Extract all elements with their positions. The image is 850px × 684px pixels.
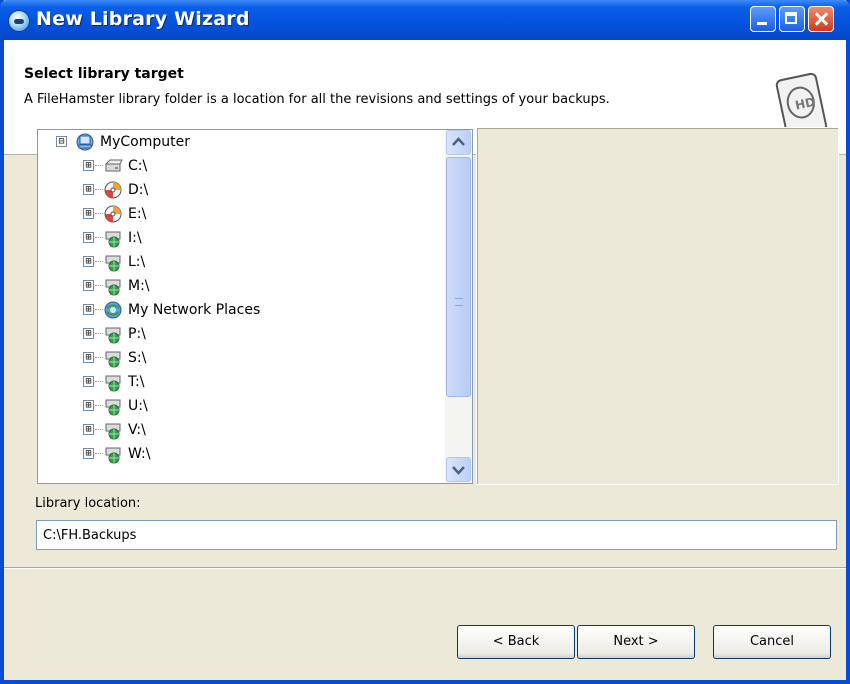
collapse-expander[interactable]: ⊟ [56, 136, 67, 147]
folder-tree[interactable]: ⊟ MyComputer ⊞ C:\ ⊞ D:\ ⊞ E:\ ⊞ I:\ ⊞ L:\ ⊞ M:\ ⊞ My… [37, 129, 473, 484]
tree-connector [95, 405, 103, 406]
network-drive-icon [105, 423, 121, 440]
tree-connector [95, 213, 103, 214]
network-places-icon [104, 301, 122, 319]
tree-item-label: My Network Places [128, 302, 261, 318]
page-description: A FileHamster library folder is a locati… [24, 92, 610, 107]
tree-item[interactable]: ⊞ C:\ [38, 154, 443, 178]
app-icon [8, 10, 30, 32]
tree-connector [95, 357, 103, 358]
network-drive-icon [105, 351, 121, 368]
tree-item-label: S:\ [128, 350, 147, 366]
chevron-down-icon [452, 466, 465, 475]
tree-item[interactable]: ⊞ W:\ [38, 442, 443, 466]
title-bar[interactable]: New Library Wizard [0, 0, 850, 40]
expand-expander[interactable]: ⊞ [83, 160, 94, 171]
tree-item-label: W:\ [128, 446, 151, 462]
tree-connector [95, 309, 103, 310]
expand-expander[interactable]: ⊞ [83, 424, 94, 435]
network-drive-icon [105, 399, 121, 416]
tree-item[interactable]: ⊞ My Network Places [38, 298, 443, 322]
cd-drive-icon [104, 205, 122, 223]
tree-connector [95, 333, 103, 334]
scroll-up-button[interactable] [446, 130, 471, 155]
tree-connector [95, 237, 103, 238]
tree-root-label: MyComputer [100, 134, 190, 150]
tree-root-item[interactable]: ⊟ MyComputer [38, 130, 443, 154]
maximize-button[interactable] [779, 6, 805, 32]
cancel-button[interactable]: Cancel [713, 625, 831, 659]
expand-expander[interactable]: ⊞ [83, 400, 94, 411]
expand-expander[interactable]: ⊞ [83, 304, 94, 315]
tree-connector [95, 429, 103, 430]
expand-expander[interactable]: ⊞ [83, 232, 94, 243]
tree-connector [95, 381, 103, 382]
wizard-window: New Library Wizard Select library target… [0, 0, 850, 684]
hard-drive-icon [104, 159, 123, 172]
library-location-label: Library location: [35, 496, 141, 511]
library-location-input[interactable] [36, 520, 837, 550]
tree-connector [95, 261, 103, 262]
page-title: Select library target [24, 66, 184, 82]
chevron-up-icon [452, 137, 465, 146]
network-drive-icon [105, 255, 121, 272]
close-button[interactable] [808, 6, 834, 32]
network-drive-icon [105, 375, 121, 392]
tree-item[interactable]: ⊞ M:\ [38, 274, 443, 298]
expand-expander[interactable]: ⊞ [83, 280, 94, 291]
computer-icon [76, 133, 94, 151]
minimize-button[interactable] [750, 6, 776, 32]
expand-expander[interactable]: ⊞ [83, 376, 94, 387]
preview-panel [476, 127, 839, 485]
scroll-thumb[interactable] [446, 157, 471, 397]
tree-item[interactable]: ⊞ U:\ [38, 394, 443, 418]
tree-item-label: L:\ [128, 254, 146, 270]
tree-scrollbar[interactable] [445, 130, 472, 483]
network-drive-icon [105, 447, 121, 464]
tree-item-label: P:\ [128, 326, 146, 342]
expand-expander[interactable]: ⊞ [83, 184, 94, 195]
expand-expander[interactable]: ⊞ [83, 256, 94, 267]
tree-connector [95, 165, 103, 166]
tree-item[interactable]: ⊞ T:\ [38, 370, 443, 394]
tree-item[interactable]: ⊞ D:\ [38, 178, 443, 202]
window-title: New Library Wizard [36, 8, 250, 30]
tree-item-label: C:\ [128, 158, 148, 174]
expand-expander[interactable]: ⊞ [83, 352, 94, 363]
tree-item[interactable]: ⊞ E:\ [38, 202, 443, 226]
tree-item-label: D:\ [128, 182, 149, 198]
divider [4, 567, 846, 569]
next-button[interactable]: Next > [577, 625, 695, 659]
tree-item[interactable]: ⊞ L:\ [38, 250, 443, 274]
tree-item-label: T:\ [128, 374, 145, 390]
tree-connector [95, 453, 103, 454]
network-drive-icon [105, 279, 121, 296]
tree-connector [95, 285, 103, 286]
tree-connector [95, 189, 103, 190]
tree-item-label: V:\ [128, 422, 146, 438]
expand-expander[interactable]: ⊞ [83, 208, 94, 219]
grip-icon [455, 298, 463, 306]
tree-item-label: U:\ [128, 398, 148, 414]
cd-drive-icon [104, 181, 122, 199]
tree-item[interactable]: ⊞ I:\ [38, 226, 443, 250]
tree-item-label: M:\ [128, 278, 150, 294]
tree-item-label: I:\ [128, 230, 142, 246]
tree-item-label: E:\ [128, 206, 147, 222]
expand-expander[interactable]: ⊞ [83, 328, 94, 339]
tree-item[interactable]: ⊞ S:\ [38, 346, 443, 370]
back-button[interactable]: < Back [457, 625, 575, 659]
network-drive-icon [105, 231, 121, 248]
expand-expander[interactable]: ⊞ [83, 448, 94, 459]
tree-item[interactable]: ⊞ P:\ [38, 322, 443, 346]
network-drive-icon [105, 327, 121, 344]
tree-item[interactable]: ⊞ V:\ [38, 418, 443, 442]
scroll-down-button[interactable] [446, 457, 471, 482]
